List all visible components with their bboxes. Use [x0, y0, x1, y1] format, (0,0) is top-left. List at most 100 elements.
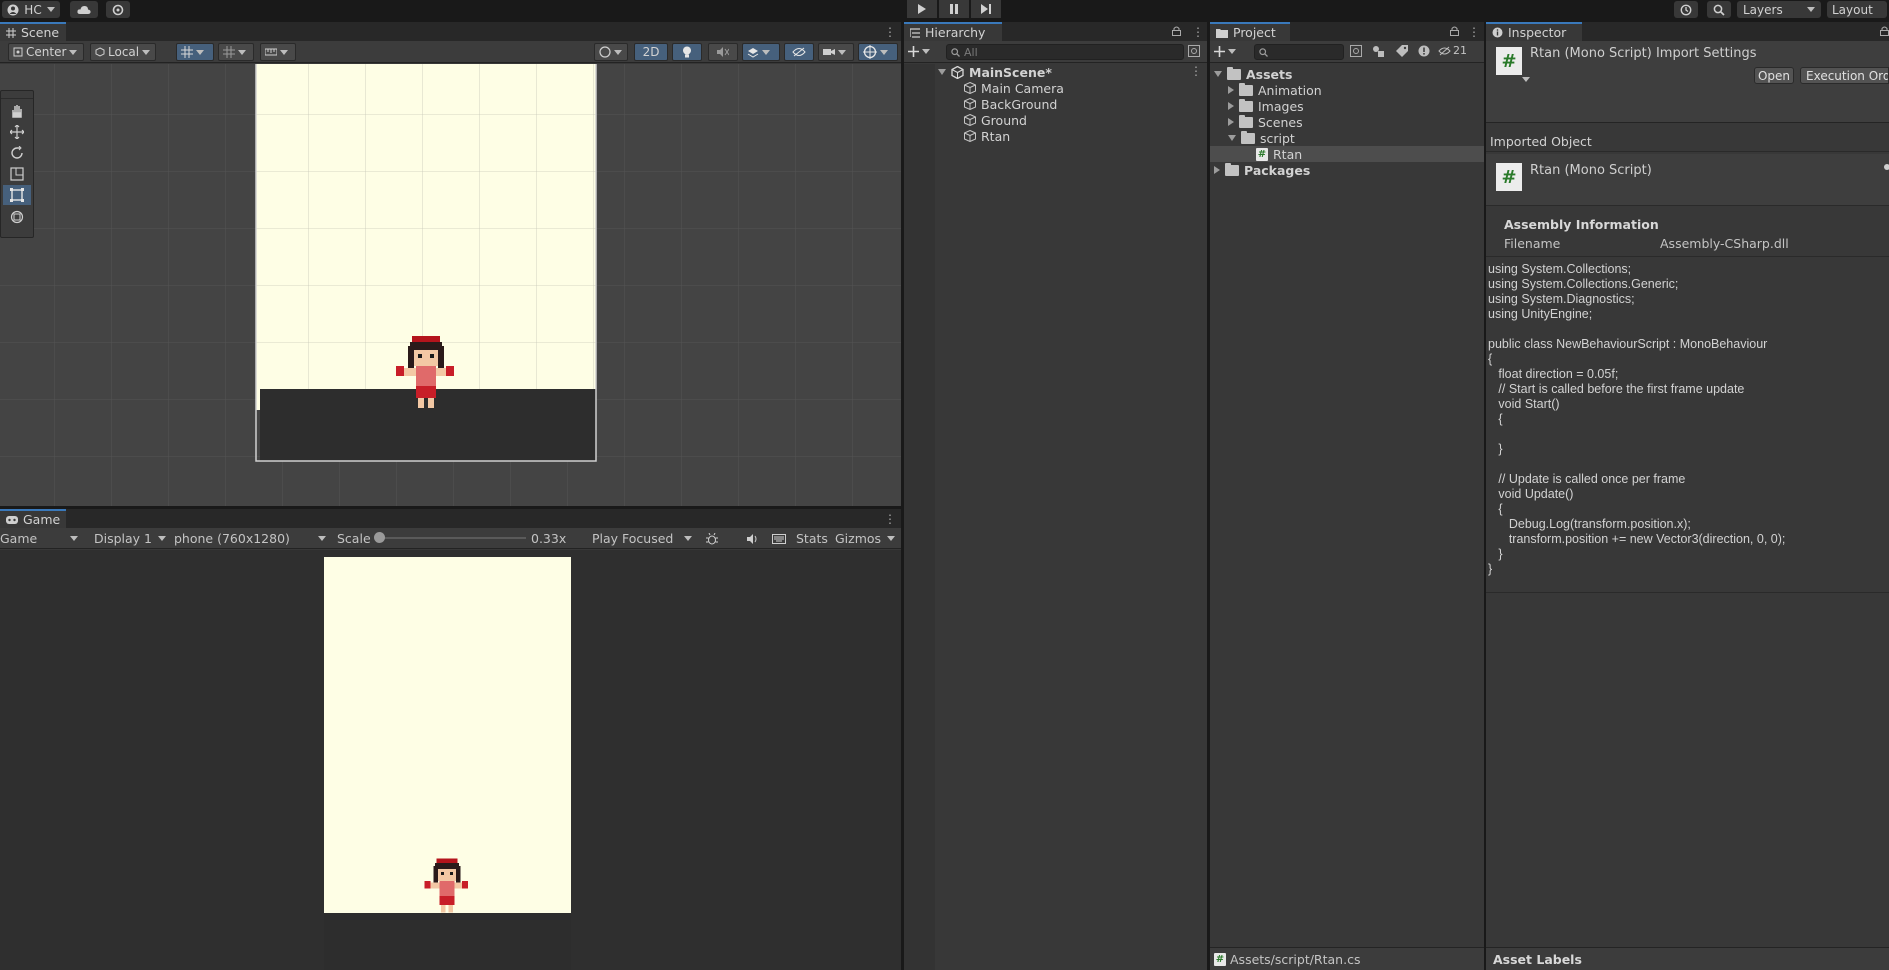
lighting-button[interactable] [672, 43, 702, 61]
create-button[interactable] [908, 43, 936, 60]
transform-tool-button[interactable] [5, 207, 29, 227]
chevron-down-icon[interactable] [887, 536, 895, 541]
hidden-objects-button[interactable] [784, 43, 814, 61]
palette-grip[interactable] [1, 91, 33, 99]
project-folder-scenes[interactable]: Scenes [1228, 114, 1303, 130]
expand-arrow-icon[interactable] [1228, 135, 1236, 141]
resolution-dropdown[interactable]: phone (760x1280) [170, 530, 328, 547]
execution-order-button[interactable]: Execution Orde [1800, 67, 1889, 84]
play-button[interactable] [907, 0, 937, 18]
chevron-down-icon[interactable] [1522, 77, 1530, 82]
list-icon [910, 27, 920, 38]
expand-arrow-icon[interactable] [1228, 86, 1234, 94]
hidden-packages-toggle[interactable]: 21 [1438, 44, 1467, 57]
pivot-label: Center [26, 45, 67, 59]
hierarchy-item-ground[interactable]: Ground [964, 112, 1027, 128]
search-icon [1259, 47, 1268, 57]
more-options-icon[interactable]: ⋮ [1190, 64, 1202, 78]
expand-arrow-icon[interactable] [1214, 71, 1222, 77]
gizmos-button[interactable]: Gizmos [835, 531, 881, 546]
warning-icon[interactable] [1418, 45, 1430, 57]
hierarchy-search-input[interactable]: All [946, 44, 1184, 60]
project-folder-images[interactable]: Images [1228, 98, 1304, 114]
stats-button[interactable]: Stats [796, 531, 828, 546]
layers-dropdown[interactable]: Layers [1737, 1, 1821, 18]
hidden-count: 21 [1453, 44, 1467, 57]
search-button[interactable] [1707, 1, 1731, 18]
gizmos-toggle-button[interactable] [858, 43, 898, 61]
lock-icon[interactable] [1450, 26, 1459, 36]
scale-slider-track[interactable] [376, 537, 526, 539]
frame-debugger-button[interactable] [700, 531, 724, 547]
grid-snap-button[interactable] [176, 43, 214, 61]
space-dropdown[interactable]: Local [90, 43, 156, 61]
tab-hierarchy[interactable]: Hierarchy [904, 22, 1002, 41]
view-dropdown[interactable]: Game [0, 530, 82, 547]
rotate-tool-button[interactable] [5, 143, 29, 163]
step-button[interactable] [971, 0, 1001, 18]
project-folder-assets[interactable]: Assets [1214, 66, 1484, 82]
hierarchy-item-main-camera[interactable]: Main Camera [964, 80, 1064, 96]
pause-button[interactable] [939, 0, 969, 18]
project-folder-packages[interactable]: Packages [1214, 162, 1310, 178]
mute-audio-button[interactable] [742, 531, 764, 547]
lock-icon[interactable] [1880, 26, 1889, 36]
label-tag-icon[interactable] [1396, 45, 1408, 57]
expand-arrow-icon[interactable] [1228, 118, 1234, 126]
increment-snap-button[interactable] [260, 43, 296, 61]
pivot-dropdown[interactable]: Center [8, 43, 84, 61]
scene-root-row[interactable]: MainScene* ⋮ [938, 64, 1204, 80]
project-file-rtan[interactable]: # Rtan [1210, 146, 1484, 162]
project-folder-script[interactable]: script [1228, 130, 1295, 146]
scale-slider-handle[interactable] [374, 532, 385, 543]
tab-game[interactable]: Game [0, 509, 66, 528]
grid-visibility-button[interactable] [218, 43, 254, 61]
scene-viewport[interactable] [0, 64, 901, 506]
mode-2d-button[interactable]: 2D [634, 43, 668, 61]
create-asset-button[interactable] [1214, 43, 1242, 60]
hand-tool-button[interactable] [5, 101, 29, 121]
tab-project[interactable]: Project [1210, 22, 1290, 41]
expand-arrow-icon[interactable] [1214, 166, 1220, 174]
rect-tool-button[interactable] [3, 185, 31, 205]
scale-tool-button[interactable] [5, 164, 29, 184]
tab-inspector[interactable]: Inspector [1486, 22, 1582, 41]
project-folder-animation[interactable]: Animation [1228, 82, 1322, 98]
more-options-icon[interactable]: ⋮ [1468, 25, 1480, 39]
effects-button[interactable] [742, 43, 780, 61]
filter-by-type-icon[interactable] [1372, 45, 1384, 57]
shortcuts-button[interactable] [768, 531, 790, 547]
hierarchy-item-rtan[interactable]: Rtan [964, 128, 1010, 144]
asset-labels-bar[interactable]: Asset Labels [1486, 947, 1889, 970]
more-options-icon[interactable]: ⋮ [884, 512, 896, 526]
scene-camera-button[interactable] [818, 43, 854, 61]
account-dropdown[interactable]: HC [2, 1, 60, 18]
folder-icon [1239, 114, 1253, 128]
grid-icon [6, 27, 16, 38]
search-filter-icon[interactable] [1188, 45, 1200, 57]
undo-history-button[interactable] [1674, 1, 1698, 18]
layout-dropdown[interactable]: Layout [1827, 1, 1887, 18]
gear-icon [112, 4, 124, 16]
rtan-sprite[interactable] [394, 334, 458, 414]
lock-icon[interactable] [1172, 26, 1181, 36]
expand-arrow-icon[interactable] [938, 69, 946, 75]
shading-mode-button[interactable] [594, 43, 628, 61]
expand-arrow-icon[interactable] [1228, 102, 1234, 110]
play-focus-dropdown[interactable]: Play Focused [588, 530, 694, 547]
services-button[interactable] [106, 1, 130, 18]
hierarchy-item-background[interactable]: BackGround [964, 96, 1057, 112]
more-options-icon[interactable]: ⋮ [1192, 25, 1204, 39]
cloud-button[interactable] [70, 1, 98, 18]
audio-button[interactable] [708, 43, 738, 61]
more-options-icon[interactable]: ⋮ [884, 25, 896, 39]
game-viewport[interactable] [0, 550, 901, 970]
move-tool-button[interactable] [5, 122, 29, 142]
object-settings-icon[interactable] [1884, 164, 1889, 170]
open-button[interactable]: Open [1754, 67, 1794, 84]
display-dropdown[interactable]: Display 1 [90, 530, 168, 547]
project-tabbar: Project ⋮ [1210, 22, 1484, 41]
project-search-input[interactable] [1254, 44, 1344, 60]
tab-scene[interactable]: Scene [0, 22, 66, 41]
search-by-type-icon[interactable] [1350, 45, 1362, 57]
